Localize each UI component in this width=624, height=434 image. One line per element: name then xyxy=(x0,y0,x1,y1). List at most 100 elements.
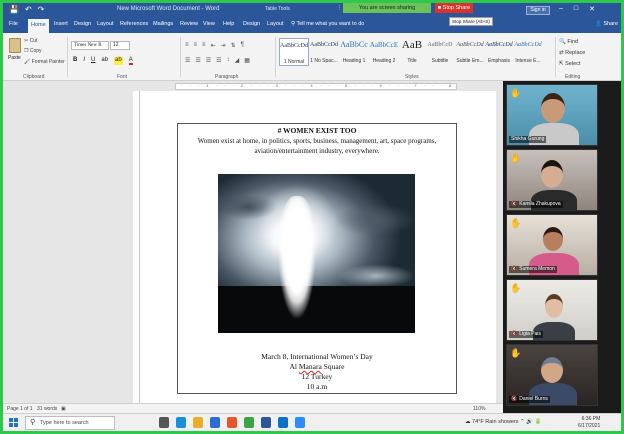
format-painter-button[interactable]: 🖌 Format Painter xyxy=(24,59,65,65)
style-subtle-emphasis[interactable]: AaBbCcDd Subtle Em... xyxy=(455,38,485,66)
numbering-icon[interactable]: ≡ xyxy=(194,42,198,49)
vertical-ruler[interactable] xyxy=(133,91,140,403)
font-size-select[interactable]: 12 xyxy=(110,41,130,50)
tab-help[interactable]: Help xyxy=(223,21,234,27)
copy-button[interactable]: ❐ Copy xyxy=(24,48,42,54)
tab-insert[interactable]: Insert xyxy=(54,21,68,27)
highlight-button[interactable]: ab xyxy=(114,57,123,65)
page-count[interactable]: Page 1 of 1 xyxy=(7,406,33,412)
minimize-icon[interactable]: – xyxy=(559,5,563,13)
maximize-icon[interactable]: □ xyxy=(574,5,578,13)
redo-icon[interactable]: ↷ xyxy=(38,5,45,14)
system-clock[interactable]: 6:36 PM 6/17/2021 xyxy=(578,416,600,430)
strikethrough-button[interactable]: ab xyxy=(101,57,108,65)
tell-me-search[interactable]: ⚲ Tell me what you want to do xyxy=(291,21,364,27)
decrease-indent-icon[interactable]: ⇤ xyxy=(211,42,216,49)
italic-button[interactable]: I xyxy=(83,57,85,65)
find-button[interactable]: 🔍 Find xyxy=(559,39,578,45)
align-center-icon[interactable]: ☰ xyxy=(195,57,200,64)
weather-widget[interactable]: ☁ 74°F Rain showers ⌃ 🔊 🔋 xyxy=(465,419,541,425)
share-button[interactable]: 👤 Share xyxy=(595,21,618,27)
sort-icon[interactable]: ⇅ xyxy=(231,42,236,49)
status-bar: Page 1 of 1 31 words ▣ 110% xyxy=(3,403,503,413)
multilevel-list-icon[interactable]: ≡ xyxy=(202,42,206,49)
outlook-icon[interactable] xyxy=(278,417,288,428)
bold-button[interactable]: B xyxy=(73,57,77,65)
zoom-level[interactable]: 110% xyxy=(473,406,485,412)
tab-view[interactable]: View xyxy=(203,21,215,27)
style-heading-1[interactable]: AaBbCc Heading 1 xyxy=(339,38,369,66)
participant-tile[interactable]: ✋ 🔇 Ligia Pais xyxy=(506,279,598,341)
sign-in-button[interactable]: Sign in xyxy=(526,6,550,15)
raise-hand-icon: ✋ xyxy=(510,88,522,98)
document-page[interactable]: # WOMEN EXIST TOO Women exist at home, i… xyxy=(140,91,496,403)
increase-indent-icon[interactable]: ⇥ xyxy=(221,42,226,49)
video-gallery: ✋ Shikha Gurung ✋ 🔇 Kamila Zhakupova ✋ 🔇 S… xyxy=(503,81,621,413)
participant-tile[interactable]: ✋ Shikha Gurung xyxy=(506,84,598,146)
tab-table-layout[interactable]: Layout xyxy=(267,21,284,27)
word-count[interactable]: 31 words xyxy=(37,406,57,412)
select-button[interactable]: ⇱ Select xyxy=(559,61,580,67)
edge-icon[interactable] xyxy=(176,417,186,428)
table-cell[interactable]: # WOMEN EXIST TOO Women exist at home, i… xyxy=(177,123,457,394)
align-left-icon[interactable]: ☰ xyxy=(185,57,190,64)
participant-tile[interactable]: ✋ 🔇 Kamila Zhakupova xyxy=(506,149,598,211)
search-icon: ⚲ xyxy=(30,419,36,426)
replace-label: Replace xyxy=(565,50,586,56)
horizontal-ruler[interactable]: · · · 1 · · · 2 · · · 3 · · · 4 · · · 5 … xyxy=(3,82,503,91)
tab-table-design[interactable]: Design xyxy=(243,21,260,27)
document-canvas[interactable]: # WOMEN EXIST TOO Women exist at home, i… xyxy=(3,91,503,403)
file-explorer-icon[interactable] xyxy=(193,417,203,428)
style-subtitle[interactable]: AaBbCcD Subtitle xyxy=(425,38,455,66)
bullets-icon[interactable]: ≡ xyxy=(185,42,189,49)
word-icon[interactable] xyxy=(261,417,271,428)
shading-icon[interactable]: ◢ xyxy=(235,57,240,64)
underline-button[interactable]: U xyxy=(91,57,95,65)
taskbar-search[interactable]: ⚲ Type here to search xyxy=(25,416,115,430)
tab-layout[interactable]: Layout xyxy=(97,21,114,27)
pinned-apps xyxy=(159,417,305,428)
participant-name-text: Daniel Burns xyxy=(519,396,548,402)
style-title[interactable]: AaB Title xyxy=(397,38,427,66)
sharing-handle-icon[interactable]: ⋮ xyxy=(337,5,342,11)
woman-silhouette-image[interactable] xyxy=(218,174,415,333)
line-spacing-icon[interactable]: ↕ xyxy=(227,57,230,64)
zoom-icon[interactable] xyxy=(295,417,305,428)
close-icon[interactable]: ✕ xyxy=(589,5,595,13)
paste-button-label[interactable]: Paste xyxy=(8,55,21,61)
windows-start-icon[interactable] xyxy=(9,418,19,428)
tab-design[interactable]: Design xyxy=(74,21,91,27)
font-color-button[interactable]: A xyxy=(128,57,133,65)
align-right-icon[interactable]: ☰ xyxy=(206,57,211,64)
tab-references[interactable]: References xyxy=(120,21,148,27)
pilcrow-icon[interactable]: ¶ xyxy=(241,42,244,49)
style-intense-emphasis[interactable]: AaBbCcDd Intense E... xyxy=(513,38,543,66)
tab-home[interactable]: Home xyxy=(28,19,49,33)
event-time: 10 a.m xyxy=(306,382,328,391)
cut-button[interactable]: ✂ Cut xyxy=(24,38,37,44)
firefox-icon[interactable] xyxy=(227,417,237,428)
store-icon[interactable] xyxy=(210,417,220,428)
chrome-icon[interactable] xyxy=(244,417,254,428)
paste-icon[interactable] xyxy=(9,38,21,53)
undo-icon[interactable]: ↶ xyxy=(25,5,32,14)
replace-button[interactable]: ⇄ Replace xyxy=(559,50,585,56)
participant-tile[interactable]: ✋ 🔇 Daniel Burns xyxy=(506,344,598,406)
tab-mailings[interactable]: Mailings xyxy=(153,21,173,27)
style-emphasis[interactable]: AaBbCcDd Emphasis xyxy=(484,38,514,66)
style-normal[interactable]: AaBbCcDd 1 Normal xyxy=(279,38,309,66)
tab-file[interactable]: File xyxy=(9,21,18,27)
proofing-icon[interactable]: ▣ xyxy=(61,406,66,412)
style-heading-2[interactable]: AaBbCcE Heading 2 xyxy=(369,38,399,66)
borders-icon[interactable]: ▦ xyxy=(244,57,250,64)
font-name-select[interactable]: Times New R xyxy=(71,41,109,50)
justify-icon[interactable]: ☰ xyxy=(216,57,221,64)
save-icon[interactable]: 💾 xyxy=(9,5,19,14)
stop-share-button[interactable]: ■ Stop Share xyxy=(435,3,473,13)
task-view-icon[interactable] xyxy=(159,417,169,428)
tab-review[interactable]: Review xyxy=(180,21,198,27)
misspelled-word[interactable]: Manara xyxy=(299,362,322,371)
participant-tile[interactable]: ✋ 🔇 Sumera Memon xyxy=(506,214,598,276)
style-no-spacing[interactable]: AaBbCcDd 1 No Spac... xyxy=(309,38,339,66)
divider xyxy=(180,37,181,77)
